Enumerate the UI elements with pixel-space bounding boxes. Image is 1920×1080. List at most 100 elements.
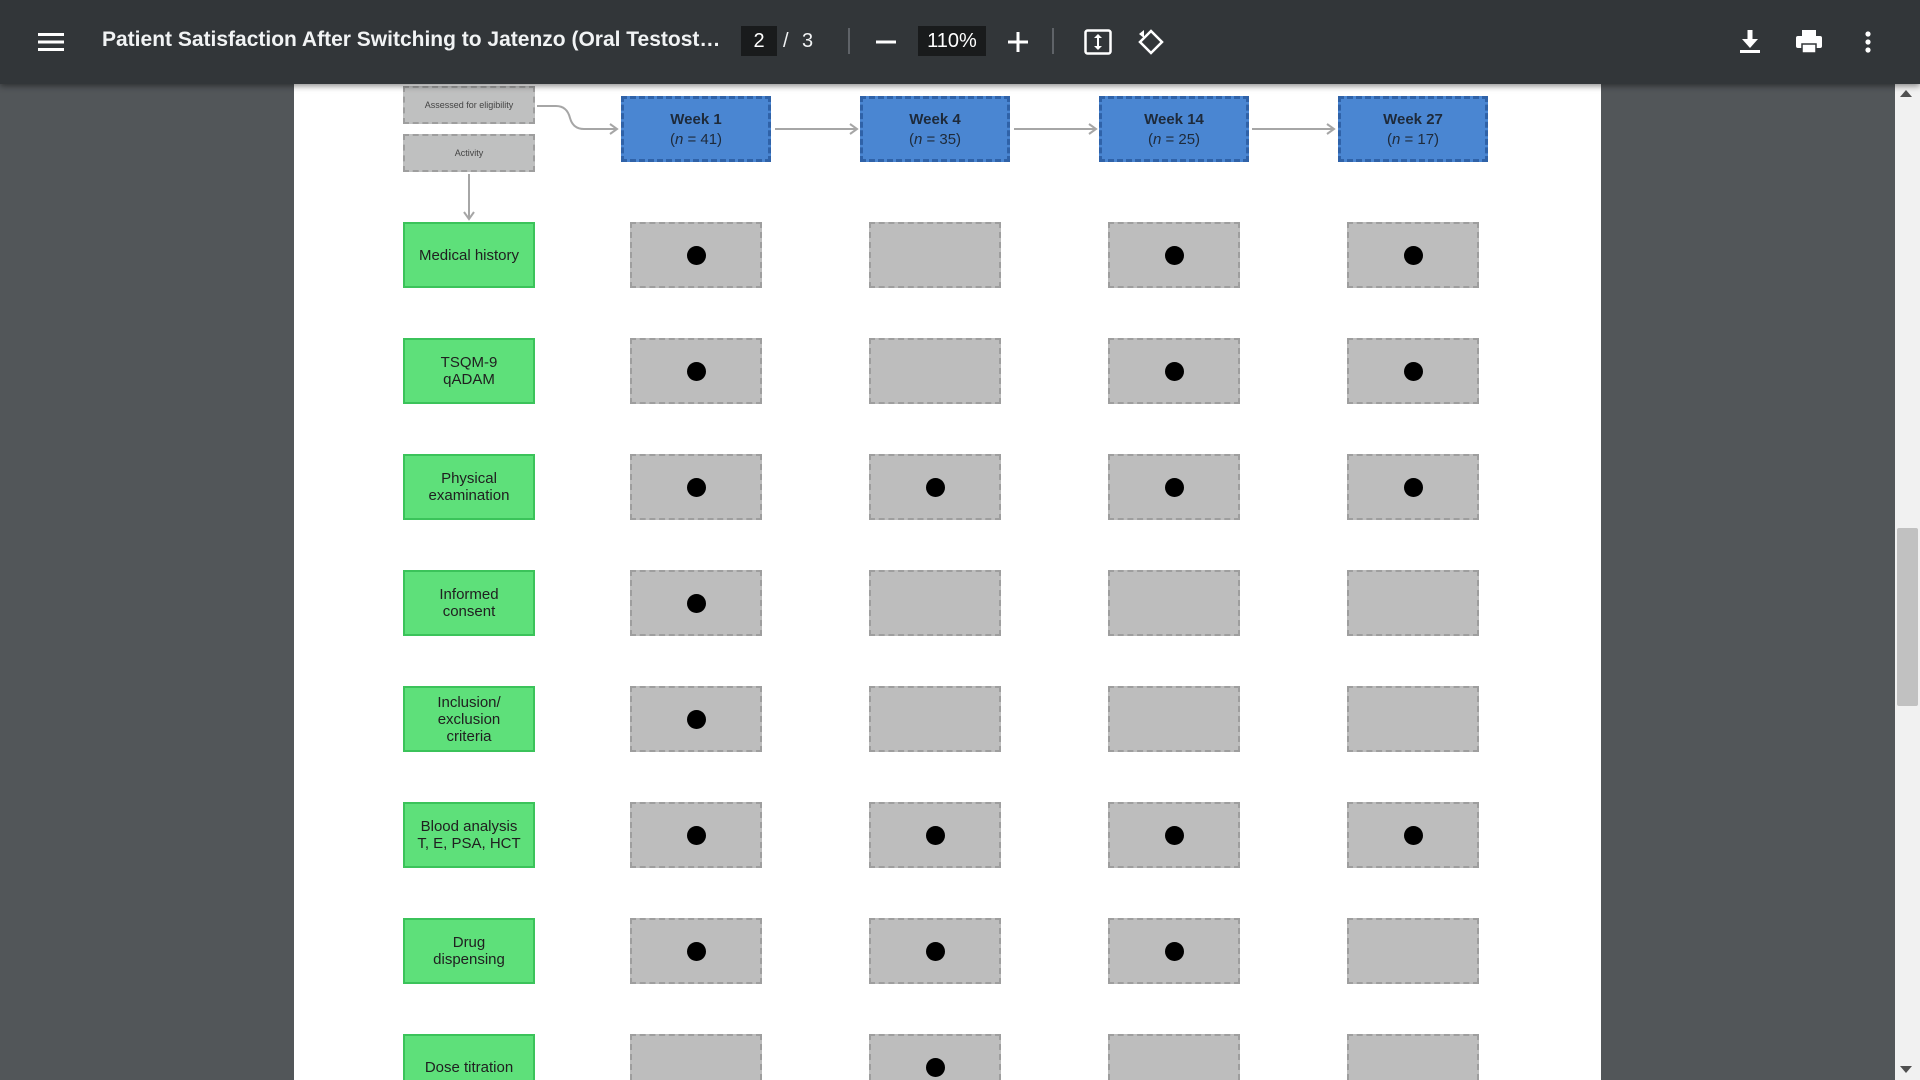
scheduled-dot: [1164, 477, 1184, 497]
activity-label-text: Dose titration: [424, 1058, 514, 1076]
zoom-out-icon[interactable]: [868, 22, 904, 62]
schedule-cell: [1347, 686, 1479, 752]
scheduled-dot: [1403, 825, 1423, 845]
activity-label: Informed consent: [403, 570, 535, 636]
activity-label-text: Medical history: [418, 246, 520, 264]
schedule-cell: [1108, 686, 1240, 752]
schedule-cell: [630, 1034, 762, 1080]
document-title: Patient Satisfaction After Switching to …: [102, 28, 722, 51]
page-separator: /: [783, 30, 789, 52]
menu-icon[interactable]: [30, 22, 72, 62]
print-icon[interactable]: [1788, 22, 1830, 62]
schedule-cell: [630, 686, 762, 752]
schedule-cell: [1347, 918, 1479, 984]
schedule-cell: [1347, 222, 1479, 288]
schedule-cell: [630, 454, 762, 520]
scheduled-dot: [1403, 245, 1423, 265]
scroll-down-icon[interactable]: [1900, 1066, 1912, 1073]
schedule-cell: [869, 338, 1001, 404]
sample-size-value: = 41): [683, 131, 723, 148]
activity-label: Medical history: [403, 222, 535, 288]
schedule-cell: [630, 802, 762, 868]
scheduled-dot: [1164, 941, 1184, 961]
week-header-2: Week 4 (n = 35): [860, 96, 1010, 162]
week-header-4: Week 27 (n = 17): [1338, 96, 1488, 162]
schedule-cell: [1347, 570, 1479, 636]
scheduled-dot: [1164, 825, 1184, 845]
week-name: Week 1: [670, 111, 722, 128]
pdf-page: Assessed for eligibility Activity Week 1…: [294, 84, 1601, 1080]
activity-label: Blood analysis T, E, PSA, HCT: [403, 802, 535, 868]
more-vert-icon[interactable]: [1850, 22, 1886, 62]
activity-label: Drug dispensing: [403, 918, 535, 984]
activity-label: Physical examination: [403, 454, 535, 520]
schedule-cell: [869, 1034, 1001, 1080]
week-sample-size: (n = 25): [1102, 130, 1246, 150]
activity-label: Inclusion/ exclusion criteria: [403, 686, 535, 752]
week-name: Week 4: [909, 111, 961, 128]
scheduled-dot: [925, 941, 945, 961]
schedule-cell: [1108, 222, 1240, 288]
activity-label-text: Physical examination: [428, 470, 510, 504]
toolbar-divider: [1052, 28, 1054, 54]
schedule-cell: [1108, 802, 1240, 868]
download-icon[interactable]: [1730, 22, 1770, 62]
pdf-toolbar: Patient Satisfaction After Switching to …: [0, 0, 1920, 84]
schedule-cell: [630, 338, 762, 404]
eligibility-box: Assessed for eligibility: [403, 86, 535, 124]
fit-page-icon[interactable]: [1078, 22, 1118, 62]
scrollbar-thumb[interactable]: [1897, 528, 1918, 706]
schedule-cell: [1108, 454, 1240, 520]
scheduled-dot: [686, 477, 706, 497]
schedule-cell: [1108, 1034, 1240, 1080]
activity-label: Dose titration: [403, 1034, 535, 1080]
sample-size-value: = 35): [922, 131, 962, 148]
toolbar-divider: [848, 28, 850, 54]
scheduled-dot: [1164, 361, 1184, 381]
activity-label-text: Inclusion/ exclusion criteria: [437, 693, 501, 745]
activity-label-text: Blood analysis T, E, PSA, HCT: [417, 818, 521, 852]
week-sample-size: (n = 41): [624, 130, 768, 150]
week-sample-size: (n = 35): [863, 130, 1007, 150]
schedule-cell: [1347, 454, 1479, 520]
schedule-cell: [869, 686, 1001, 752]
schedule-cell: [630, 222, 762, 288]
week-header-1: Week 1 (n = 41): [621, 96, 771, 162]
scheduled-dot: [1403, 361, 1423, 381]
schedule-cell: [1108, 570, 1240, 636]
schedule-cell: [869, 918, 1001, 984]
activity-header-box: Activity: [403, 134, 535, 172]
page-number-input[interactable]: [741, 26, 777, 56]
scheduled-dot: [686, 709, 706, 729]
schedule-cell: [1108, 338, 1240, 404]
schedule-cell: [869, 454, 1001, 520]
scheduled-dot: [1403, 477, 1423, 497]
schedule-cell: [1347, 802, 1479, 868]
scheduled-dot: [925, 1057, 945, 1077]
week-name: Week 27: [1383, 111, 1443, 128]
schedule-cell: [1108, 918, 1240, 984]
week-name: Week 14: [1144, 111, 1204, 128]
activity-label: TSQM-9 qADAM: [403, 338, 535, 404]
scheduled-dot: [686, 593, 706, 613]
total-pages: 3: [802, 30, 814, 52]
schedule-cell: [630, 570, 762, 636]
scroll-up-icon[interactable]: [1900, 90, 1912, 97]
schedule-cell: [869, 222, 1001, 288]
scheduled-dot: [925, 477, 945, 497]
week-header-3: Week 14 (n = 25): [1099, 96, 1249, 162]
schedule-cell: [869, 570, 1001, 636]
rotate-icon[interactable]: [1130, 22, 1172, 62]
scheduled-dot: [686, 825, 706, 845]
scheduled-dot: [686, 245, 706, 265]
sample-size-value: = 17): [1400, 131, 1440, 148]
schedule-cell: [630, 918, 762, 984]
zoom-in-icon[interactable]: [1000, 22, 1036, 62]
sample-size-value: = 25): [1161, 131, 1201, 148]
activity-label-text: Drug dispensing: [433, 934, 505, 968]
zoom-level-input[interactable]: [918, 26, 986, 56]
scheduled-dot: [686, 941, 706, 961]
scheduled-dot: [925, 825, 945, 845]
activity-label-text: Informed consent: [439, 586, 499, 620]
activity-label-text: TSQM-9 qADAM: [440, 354, 498, 388]
